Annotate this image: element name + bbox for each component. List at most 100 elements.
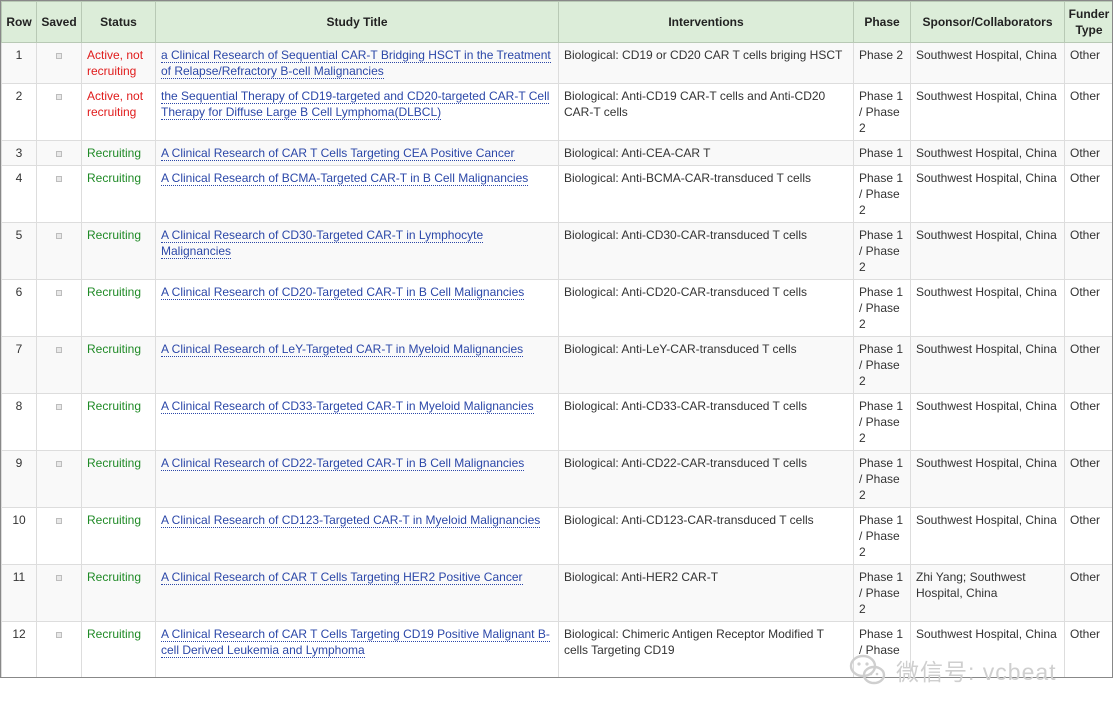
interventions-text: Biological: Anti-CD20-CAR-transduced T c… [564,285,807,299]
table-row[interactable]: 7 Recruiting A Clinical Research of LeY-Ta… [1,336,1112,394]
table-row[interactable]: 5 Recruiting A Clinical Research of CD30-T… [1,222,1112,280]
table-row[interactable]: 2 Active, not recruiting the Sequential Th… [1,83,1112,141]
table-row[interactable]: 1 Active, not recruiting a Clinical Resear… [1,42,1112,84]
saved-checkbox[interactable] [56,53,62,59]
phase-cell: Phase 1 / Phase 2 [853,450,911,508]
funder-type-cell: Other [1064,140,1112,166]
status-cell: Recruiting [81,621,156,677]
sponsor-cell: Southwest Hospital, China [910,336,1065,394]
study-title-link[interactable]: A Clinical Research of CD30-Targeted CAR… [161,228,484,259]
interventions-cell: Biological: Anti-CD19 CAR-T cells and An… [558,83,854,141]
study-title-link[interactable]: A Clinical Research of CAR T Cells Targe… [161,627,550,658]
column-header-row[interactable]: Row [1,1,37,43]
study-title-cell: A Clinical Research of LeY-Targeted CAR-… [155,336,559,394]
table-row[interactable]: 8 Recruiting A Clinical Research of CD33-T… [1,393,1112,451]
interventions-text: Biological: Anti-CD22-CAR-transduced T c… [564,456,807,470]
study-title-cell: A Clinical Research of CAR T Cells Targe… [155,564,559,622]
saved-checkbox[interactable] [56,461,62,467]
saved-cell [36,336,82,394]
funder-type-cell: Other [1064,279,1112,337]
study-title-link[interactable]: A Clinical Research of CD20-Targeted CAR… [161,285,525,300]
study-title-cell: a Clinical Research of Sequential CAR-T … [155,42,559,84]
study-title-link[interactable]: a Clinical Research of Sequential CAR-T … [161,48,551,79]
study-title-link[interactable]: A Clinical Research of LeY-Targeted CAR-… [161,342,524,357]
sponsor-cell: Southwest Hospital, China [910,507,1065,565]
row-number-text: 7 [15,342,23,356]
status-cell: Active, not recruiting [81,83,156,141]
sponsor-text: Southwest Hospital, China [916,342,1057,356]
phase-text: Phase 1 / Phase 2 [859,228,904,274]
saved-checkbox[interactable] [56,347,62,353]
column-header-study-title[interactable]: Study Title [155,1,559,43]
study-title-link[interactable]: A Clinical Research of BCMA-Targeted CAR… [161,171,529,186]
status-cell: Recruiting [81,165,156,223]
phase-cell: Phase 1 / Phase 2 [853,507,911,565]
phase-text: Phase 1 / Phase 2 [859,171,904,217]
phase-text: Phase 1 / Phase 2 [859,89,904,135]
funder-type-cell: Other [1064,222,1112,280]
table-row[interactable]: 4 Recruiting A Clinical Research of BCMA-T… [1,165,1112,223]
sponsor-text: Southwest Hospital, China [916,399,1057,413]
column-header-interventions[interactable]: Interventions [558,1,854,43]
saved-checkbox[interactable] [56,518,62,524]
saved-checkbox[interactable] [56,151,62,157]
table-row[interactable]: 11 Recruiting A Clinical Research of CAR T… [1,564,1112,622]
sponsor-text: Southwest Hospital, China [916,89,1057,103]
study-title-link[interactable]: A Clinical Research of CD123-Targeted CA… [161,513,541,528]
table-row[interactable]: 3 Recruiting A Clinical Research of CAR T … [1,140,1112,166]
study-title-link[interactable]: A Clinical Research of CD33-Targeted CAR… [161,399,534,414]
row-number: 7 [1,336,37,394]
status-text: Recruiting [87,456,142,470]
phase-cell: Phase 1 / Phase 2 [853,393,911,451]
study-title-link[interactable]: A Clinical Research of CD22-Targeted CAR… [161,456,525,471]
saved-checkbox[interactable] [56,233,62,239]
status-text: Recruiting [87,285,142,299]
row-number: 2 [1,83,37,141]
column-header-sponsor[interactable]: Sponsor/Collaborators [910,1,1065,43]
column-header-saved[interactable]: Saved [36,1,82,43]
saved-checkbox[interactable] [56,404,62,410]
table-row[interactable]: 9 Recruiting A Clinical Research of CD22-T… [1,450,1112,508]
sponsor-text: Southwest Hospital, China [916,171,1057,185]
table-row[interactable]: 6 Recruiting A Clinical Research of CD20-T… [1,279,1112,337]
study-title-link[interactable]: A Clinical Research of CAR T Cells Targe… [161,570,523,585]
sponsor-cell: Southwest Hospital, China [910,222,1065,280]
row-number: 1 [1,42,37,84]
interventions-text: Biological: Anti-CEA-CAR T [564,146,711,160]
study-title-link[interactable]: A Clinical Research of CAR T Cells Targe… [161,146,515,161]
phase-cell: Phase 1 / Phase 2 [853,336,911,394]
interventions-cell: Biological: Anti-HER2 CAR-T [558,564,854,622]
sponsor-cell: Southwest Hospital, China [910,279,1065,337]
table-header-row: Row Saved Status Study Title Interventio… [1,1,1112,43]
saved-checkbox[interactable] [56,632,62,638]
study-title-link[interactable]: the Sequential Therapy of CD19-targeted … [161,89,550,120]
column-header-status[interactable]: Status [81,1,156,43]
funder-type-text: Other [1070,342,1101,356]
row-number: 5 [1,222,37,280]
sponsor-text: Southwest Hospital, China [916,456,1057,470]
sponsor-cell: Southwest Hospital, China [910,83,1065,141]
interventions-text: Biological: CD19 or CD20 CAR T cells bri… [564,48,843,62]
column-header-funder-type[interactable]: Funder Type [1064,1,1112,43]
phase-cell: Phase 1 / Phase 2 [853,83,911,141]
sponsor-text: Southwest Hospital, China [916,285,1057,299]
saved-checkbox[interactable] [56,94,62,100]
phase-text: Phase 1 / Phase 2 [859,399,904,445]
status-cell: Recruiting [81,507,156,565]
row-number: 12 [1,621,37,677]
row-number-text: 4 [15,171,23,185]
status-text: Recruiting [87,627,142,641]
column-header-phase[interactable]: Phase [853,1,911,43]
phase-cell: Phase 1 [853,140,911,166]
table-row[interactable]: 10 Recruiting A Clinical Research of CD123… [1,507,1112,565]
funder-type-cell: Other [1064,42,1112,84]
saved-checkbox[interactable] [56,176,62,182]
saved-checkbox[interactable] [56,290,62,296]
sponsor-text: Southwest Hospital, China [916,146,1057,160]
saved-cell [36,450,82,508]
phase-text: Phase 1 / Phase 2 [859,570,904,616]
saved-checkbox[interactable] [56,575,62,581]
study-title-cell: the Sequential Therapy of CD19-targeted … [155,83,559,141]
row-number: 6 [1,279,37,337]
phase-cell: Phase 2 [853,42,911,84]
